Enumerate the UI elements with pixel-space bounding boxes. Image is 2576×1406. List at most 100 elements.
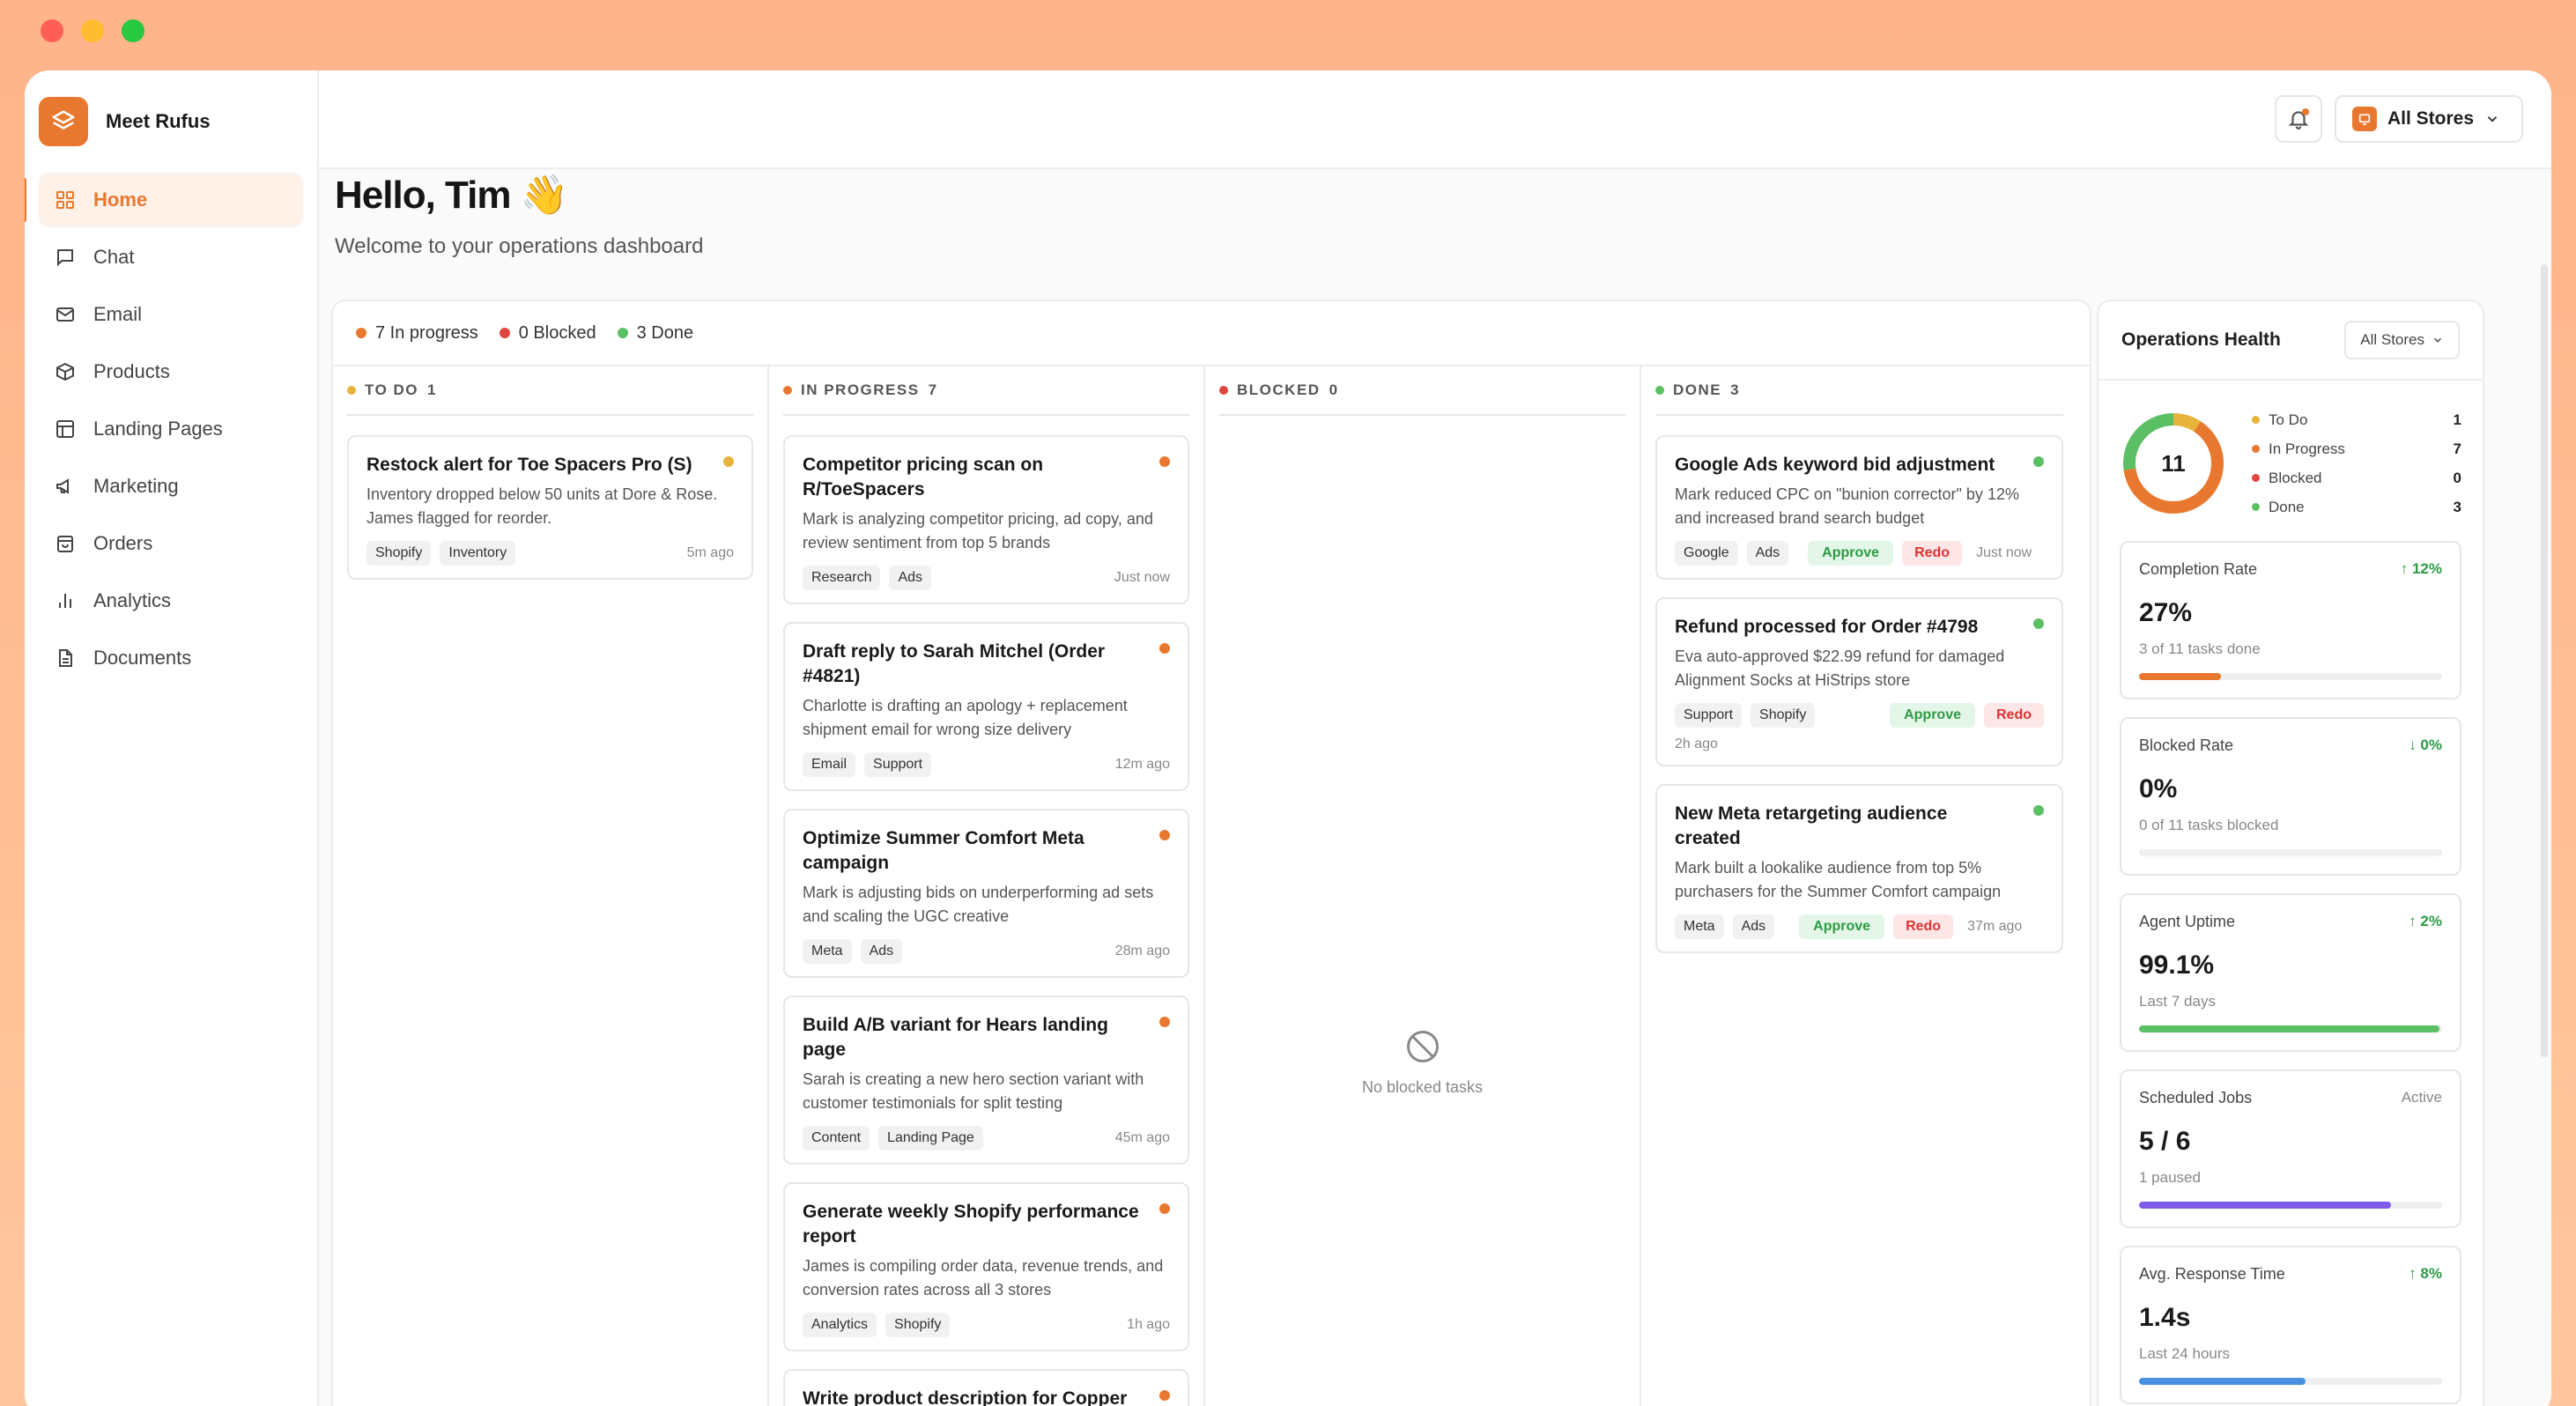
task-card[interactable]: Write product description for Copper Soc… (783, 1369, 1189, 1406)
legend-row: Done 3 (2252, 492, 2461, 522)
task-card[interactable]: Refund processed for Order #4798 Eva auto… (1655, 597, 2063, 766)
sidebar-item-label: Orders (93, 532, 153, 554)
card-footer: Support Shopify Approve Redo (1675, 703, 2044, 728)
column-title: IN PROGRESS (801, 381, 920, 398)
greeting-text: Hello, Tim (335, 174, 511, 217)
task-card[interactable]: Generate weekly Shopify performance repo… (783, 1182, 1189, 1351)
timestamp: 45m ago (1114, 1130, 1170, 1145)
column-title: DONE (1673, 381, 1722, 398)
column-title: TO DO (365, 381, 419, 398)
legend-count: 3 (2453, 498, 2461, 515)
zoom-window-button[interactable] (122, 19, 144, 42)
column-todo: TO DO 1 Restock alert for Toe Spacers Pro… (333, 366, 769, 1406)
empty-state: No blocked tasks (1205, 1027, 1640, 1097)
tag: Ads (889, 566, 932, 590)
metric-subtext: Last 24 hours (2139, 1345, 2231, 1362)
status-dot (723, 456, 734, 467)
legend-label: In Progress (2269, 440, 2345, 457)
card-description: Charlotte is drafting an apology + repla… (803, 697, 1128, 738)
timestamp: 2h ago (1675, 736, 1718, 751)
card-description: Mark reduced CPC on "bunion corrector" b… (1675, 485, 2019, 527)
task-distribution: 11 To Do 1 In Progress 7 Blocked 0 Done 3 (2099, 381, 2483, 541)
status-dot (2252, 445, 2260, 453)
redo-button[interactable]: Redo (1902, 541, 1963, 566)
prohibited-icon (1406, 1031, 1439, 1062)
status-dot (617, 328, 628, 338)
redo-button[interactable]: Redo (1984, 703, 2044, 728)
megaphone-icon (56, 478, 69, 494)
timestamp: 37m ago (1967, 919, 2023, 934)
donut-legend: To Do 1 In Progress 7 Blocked 0 Done 3 (2252, 405, 2461, 522)
card-footer: Meta Ads 28m ago (803, 939, 1170, 964)
task-card[interactable]: Draft reply to Sarah Mitchel (Order #482… (783, 622, 1189, 791)
approve-button[interactable]: Approve (1808, 541, 1894, 566)
scrollbar[interactable] (2541, 264, 2548, 1057)
layers-logo-icon (39, 97, 88, 146)
column-header: DONE 3 (1655, 366, 2063, 416)
metric-delta: ↓ 0% (2409, 736, 2442, 753)
timestamp: 28m ago (1114, 944, 1170, 958)
progress-bar (2139, 673, 2442, 680)
sidebar-item-orders[interactable]: Orders (39, 516, 303, 571)
status-dot (1159, 1390, 1170, 1401)
metric-label: Avg. Response Time (2139, 1265, 2285, 1283)
column-header: TO DO 1 (347, 366, 753, 416)
legend-row: Blocked 0 (2252, 463, 2461, 492)
task-card[interactable]: Restock alert for Toe Spacers Pro (S) Inv… (347, 435, 753, 580)
sidebar-item-label: Marketing (93, 475, 179, 497)
metric-card: Agent Uptime ↑ 2% 99.1% Last 7 days (2120, 893, 2461, 1052)
column-count: 3 (1730, 381, 1741, 398)
window-controls (41, 19, 144, 42)
column-title: BLOCKED (1237, 381, 1321, 398)
tag: Meta (803, 939, 852, 964)
minimize-window-button[interactable] (81, 19, 104, 42)
store-selector[interactable]: All Stores (2334, 95, 2523, 143)
task-card[interactable]: New Meta retargeting audience created Mar… (1655, 784, 2063, 953)
close-window-button[interactable] (41, 19, 63, 42)
sidebar-item-label: Home (93, 189, 148, 211)
health-store-filter[interactable]: All Stores (2344, 321, 2460, 359)
status-dot (1159, 830, 1170, 840)
task-card[interactable]: Competitor pricing scan on R/ToeSpacers M… (783, 435, 1189, 604)
chevron-down-icon (2487, 116, 2498, 122)
document-icon (59, 649, 72, 667)
waving-hand-emoji: 👋 (520, 174, 569, 217)
sidebar-item-chat[interactable]: Chat (39, 230, 303, 285)
task-card[interactable]: Optimize Summer Comfort Meta campaign Mar… (783, 809, 1189, 978)
status-dot (1159, 456, 1170, 467)
legend-label: Blocked (2269, 469, 2322, 486)
column-count: 0 (1329, 381, 1339, 398)
card-title: Competitor pricing scan on R/ToeSpacers (803, 455, 1044, 500)
timestamp: 1h ago (1127, 1317, 1170, 1332)
tag: Shopify (885, 1313, 951, 1337)
sidebar-item-products[interactable]: Products (39, 344, 303, 399)
sidebar-item-analytics[interactable]: Analytics (39, 574, 303, 628)
sidebar-item-email[interactable]: Email (39, 287, 303, 342)
donut-total: 11 (2161, 450, 2186, 477)
task-card[interactable]: Google Ads keyword bid adjustment Mark re… (1655, 435, 2063, 580)
brand[interactable]: Meet Rufus (39, 95, 303, 146)
status-dot (1219, 386, 1228, 395)
redo-button[interactable]: Redo (1893, 914, 1954, 939)
task-donut-chart: 11 (2123, 413, 2224, 514)
metric-delta: ↑ 2% (2409, 913, 2442, 929)
card-title: Refund processed for Order #4798 (1675, 617, 1979, 637)
status-dot (2033, 805, 2044, 816)
notifications-button[interactable] (2274, 95, 2322, 143)
sidebar-item-documents[interactable]: Documents (39, 631, 303, 685)
legend-row: In Progress 7 (2252, 434, 2461, 463)
task-card[interactable]: Build A/B variant for Hears landing page… (783, 995, 1189, 1165)
sidebar-item-landing-pages[interactable]: Landing Pages (39, 402, 303, 456)
tag: Analytics (803, 1313, 877, 1337)
card-title: New Meta retargeting audience created (1675, 803, 1948, 848)
sidebar-item-marketing[interactable]: Marketing (39, 459, 303, 514)
timestamp: 5m ago (686, 545, 734, 560)
legend-count: 7 (2453, 440, 2461, 457)
approve-button[interactable]: Approve (1799, 914, 1885, 939)
sidebar-item-home[interactable]: Home (25, 173, 303, 227)
sidebar-item-label: Products (93, 360, 170, 382)
notification-dot (2301, 108, 2309, 115)
card-title: Build A/B variant for Hears landing page (803, 1015, 1108, 1060)
brand-name: Meet Rufus (106, 110, 211, 132)
approve-button[interactable]: Approve (1890, 703, 1975, 728)
